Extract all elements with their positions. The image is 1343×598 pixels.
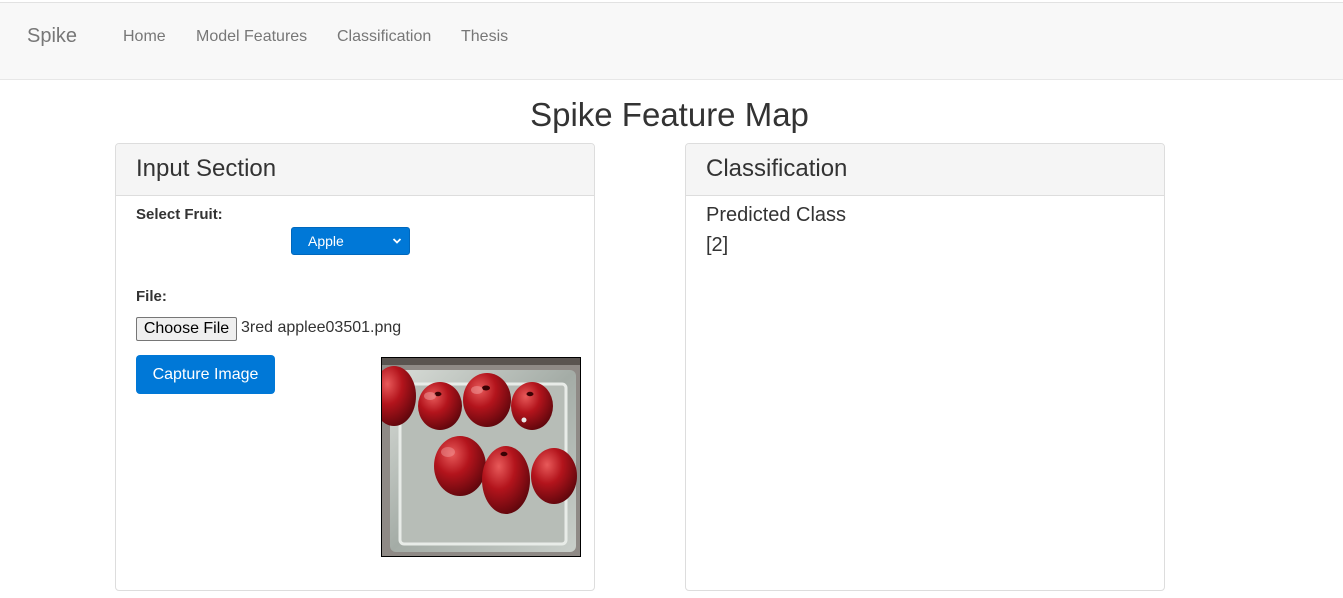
nav-classification[interactable]: Classification xyxy=(337,28,431,46)
selected-file-name: 3red applee03501.png xyxy=(241,319,402,336)
top-navbar: Spike Home Model Features Classification… xyxy=(0,2,1343,80)
image-preview xyxy=(381,357,581,557)
apple-tray-photo-icon xyxy=(382,358,580,556)
fruit-select-value: Apple xyxy=(308,233,344,249)
classification-heading: Classification xyxy=(686,144,1164,196)
predicted-class-value: [2] xyxy=(706,234,729,256)
select-fruit-label: Select Fruit: xyxy=(136,206,223,223)
capture-image-button[interactable]: Capture Image xyxy=(136,355,275,394)
choose-file-button[interactable]: Choose File xyxy=(136,317,237,341)
nav-home[interactable]: Home xyxy=(123,28,166,46)
input-section-heading: Input Section xyxy=(116,144,594,196)
fruit-select[interactable]: Apple xyxy=(291,227,410,255)
file-label: File: xyxy=(136,288,167,305)
page-title: Spike Feature Map xyxy=(530,96,809,133)
input-section-panel: Input Section Select Fruit: Apple File: … xyxy=(115,143,595,591)
chevron-down-icon xyxy=(392,229,402,263)
nav-thesis[interactable]: Thesis xyxy=(461,28,508,46)
predicted-class-label: Predicted Class xyxy=(706,204,847,226)
nav-model-features[interactable]: Model Features xyxy=(196,28,307,46)
brand-link[interactable]: Spike xyxy=(27,25,77,48)
classification-panel: Classification Predicted Class [2] xyxy=(685,143,1165,591)
